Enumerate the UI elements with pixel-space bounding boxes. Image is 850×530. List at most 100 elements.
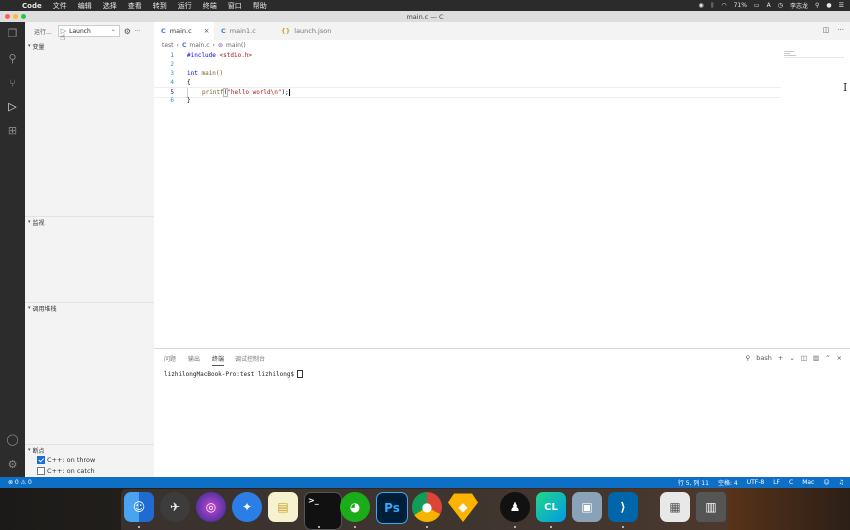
split-editor-icon[interactable]: ◫ [823, 26, 830, 34]
code-editor[interactable]: 1 #include <stdio.h> 2 3 int main() 4 { … [154, 51, 850, 348]
split-terminal-icon[interactable]: ◫ [801, 354, 807, 362]
code-line[interactable]: 1 #include <stdio.h> [154, 51, 781, 60]
trash-icon[interactable]: ▥ [813, 354, 819, 362]
run-debug-icon[interactable]: ▷ [6, 100, 19, 113]
source-control-icon[interactable]: ⑂ [6, 77, 19, 90]
trash-app-icon[interactable]: ▥ [696, 492, 726, 522]
account-icon[interactable]: ◯ [6, 433, 19, 446]
code-line[interactable]: 2 [154, 60, 781, 69]
more-actions-icon[interactable]: ··· [837, 26, 844, 34]
menu-run[interactable]: 运行 [178, 1, 192, 11]
code-line[interactable]: 6 } [154, 96, 781, 105]
menu-selection[interactable]: 选择 [103, 1, 117, 11]
code-line[interactable]: 4 { [154, 78, 781, 87]
chevron-right-icon: › [212, 42, 215, 49]
wifi-icon[interactable]: ◠ [721, 2, 726, 9]
close-icon[interactable]: × [204, 27, 210, 35]
safari-app-icon[interactable]: ✦ [232, 492, 262, 522]
breakpoint-item[interactable]: C++: on catch [37, 467, 95, 475]
menu-user[interactable]: 李志龙 [790, 1, 808, 10]
notes-app-icon[interactable]: ▤ [268, 492, 298, 522]
clion-app-icon[interactable]: CL [536, 492, 566, 522]
extensions-icon[interactable]: ⊞ [6, 124, 19, 137]
feedback-icon[interactable]: ☺ [823, 479, 829, 486]
qq-app-icon[interactable]: ♟ [500, 492, 530, 522]
debug-sidebar: 运行... ▷ Launch ⌄ ⚙ ··· ▾ 变量 ▾ 监视 ▾ 调用堆栈 … [25, 22, 155, 477]
section-callstack[interactable]: ▾ 调用堆栈 [25, 302, 154, 313]
tab-debug-console[interactable]: 调试控制台 [235, 354, 265, 363]
chevron-down-icon: ▾ [28, 305, 31, 311]
tab-main-c[interactable]: C main.c × [154, 22, 214, 40]
eol-status[interactable]: LF [773, 479, 780, 486]
cursor-position-status[interactable]: 行 5, 列 11 [678, 478, 709, 487]
platform-status[interactable]: Mac [802, 479, 814, 486]
menu-terminal[interactable]: 终端 [203, 1, 217, 11]
terminal-app-icon[interactable]: >_ [304, 492, 342, 530]
battery-percent[interactable]: 71% [734, 2, 747, 9]
siri-app-icon[interactable]: ◎ [196, 492, 226, 522]
wechat-app-icon[interactable]: ◕ [340, 492, 370, 522]
code-line[interactable]: 3 int main() [154, 69, 781, 78]
indentation-status[interactable]: 空格: 4 [718, 478, 738, 487]
code-token: "hello world\n" [227, 89, 282, 96]
spotlight-search-icon[interactable]: ⚲ [815, 2, 819, 9]
close-icon[interactable]: × [837, 354, 842, 362]
more-actions-icon[interactable]: ··· [135, 28, 141, 35]
terminal-output[interactable]: lizhilongMacBook-Pro:test lizhilong$ [164, 370, 304, 378]
downloads-folder-icon[interactable]: ▦ [660, 492, 690, 522]
input-method[interactable]: A [767, 2, 771, 9]
tab-launch-json[interactable]: {} launch.json [274, 22, 344, 40]
chrome-app-icon[interactable]: ● [412, 492, 442, 522]
menu-app-name[interactable]: Code [22, 2, 42, 10]
manage-gear-icon[interactable]: ⚙ [6, 458, 19, 471]
maximize-panel-icon[interactable]: ⌃ [825, 354, 830, 362]
tab-output[interactable]: 输出 [188, 354, 200, 363]
chevron-down-icon[interactable]: ⌄ [789, 354, 794, 362]
clock-icon[interactable]: ◷ [778, 2, 783, 9]
problems-status[interactable]: ⊗ 0 ⚠ 0 [8, 479, 32, 486]
line-number: 3 [170, 70, 174, 77]
breakpoint-checkbox[interactable] [37, 456, 45, 464]
breakpoint-checkbox[interactable] [37, 467, 45, 475]
bluetooth-icon[interactable]: ᛒ [711, 2, 715, 9]
status-record-icon[interactable]: ◉ [698, 2, 703, 9]
section-watch[interactable]: ▾ 监视 [25, 216, 154, 227]
breadcrumb-symbol[interactable]: main() [226, 42, 246, 49]
code-token: <stdio.h> [219, 52, 253, 59]
new-terminal-icon[interactable]: + [778, 354, 783, 362]
tab-terminal[interactable]: 终端 [212, 354, 225, 366]
breadcrumb-file[interactable]: main.c [189, 42, 209, 49]
breakpoint-item[interactable]: C++: on throw [37, 456, 95, 464]
section-variables[interactable]: ▾ 变量 [25, 41, 154, 51]
debug-settings-gear-icon[interactable]: ⚙ [124, 27, 131, 36]
preview-app-icon[interactable]: ▣ [572, 492, 602, 522]
chevron-down-icon: ▾ [28, 43, 31, 49]
finder-app-icon[interactable]: ☺ [124, 492, 154, 522]
menu-edit[interactable]: 编辑 [78, 1, 92, 11]
code-token: ); [281, 89, 289, 96]
menu-view[interactable]: 查看 [128, 1, 142, 11]
menu-go[interactable]: 转到 [153, 1, 167, 11]
tab-problems[interactable]: 问题 [164, 354, 176, 363]
section-breakpoints-title: 断点 [32, 447, 45, 455]
chevron-down-icon[interactable]: ⌄ [111, 26, 116, 33]
terminal-shell-select[interactable]: bash [756, 354, 772, 362]
menu-file[interactable]: 文件 [53, 1, 67, 11]
breadcrumb-folder[interactable]: test [162, 42, 174, 49]
launch-config-select[interactable]: ▷ Launch ⌄ [57, 25, 120, 37]
siri-icon[interactable]: ● [826, 2, 831, 9]
notifications-bell-icon[interactable]: ♫ [839, 479, 844, 486]
menu-window[interactable]: 窗口 [228, 1, 242, 11]
section-breakpoints[interactable]: ▾ 断点 [25, 444, 154, 455]
menu-help[interactable]: 帮助 [253, 1, 267, 11]
search-icon[interactable]: ⚲ [6, 52, 19, 65]
encoding-status[interactable]: UTF-8 [747, 479, 765, 486]
tab-label: main.c [169, 27, 192, 35]
language-mode-status[interactable]: C [789, 479, 793, 486]
launchpad-app-icon[interactable]: ✈ [160, 492, 190, 522]
control-center-icon[interactable]: ☰ [839, 2, 844, 9]
explorer-icon[interactable]: ❐ [6, 27, 19, 40]
photoshop-app-icon[interactable]: Ps [376, 492, 408, 524]
vscode-app-icon[interactable]: ⟩ [608, 492, 638, 522]
tab-main1-c[interactable]: C main1.c [214, 22, 274, 40]
